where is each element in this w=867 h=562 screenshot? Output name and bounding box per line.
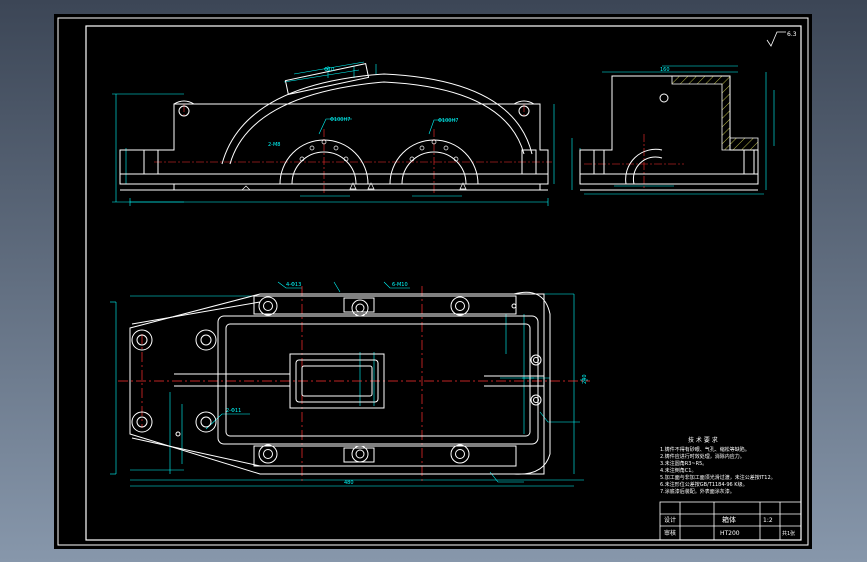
front-view: Φ100H7 Φ100H7 Φ10 2-M8 [112,61,555,206]
top-view-bolt-holes [131,296,542,464]
plan-callout-1: 4-Φ13 [286,282,301,288]
note-line: 1.铸件不得有砂眼、气孔、缩松等缺陷。 [660,446,750,453]
note-line: 2.铸件应进行时效处理，消除内应力。 [660,453,745,460]
note-line: 7.涂底漆后装配。外表面涂灰漆。 [660,488,735,495]
side-view-dimensions [571,65,775,195]
plan-callout-2: 6-M10 [392,282,408,288]
roughness-value: 6.3 [787,31,797,38]
side-view-outline [579,75,759,191]
note-line: 4.未注倒角C1。 [660,467,696,474]
drawing-scale: 1:2 [763,517,773,524]
side-view: 160 [571,65,775,195]
section-hatch [671,75,731,151]
section-hatch-base [729,137,759,151]
part-material: HT200 [720,530,740,537]
notes-heading: 技 术 要 求 [688,436,718,444]
front-view-centerlines [154,104,552,194]
sheet-count: 共1张 [782,530,795,537]
side-top-dim: 160 [660,67,670,73]
technical-notes: 技 术 要 求 1.铸件不得有砂眼、气孔、缩松等缺陷。 2.铸件应进行时效处理，… [660,436,776,495]
note-line: 3.未注圆角R3~R5。 [660,460,707,467]
part-name: 箱体 [722,515,736,524]
tap-label: 2-M8 [268,142,280,148]
cad-viewer: 6.3 Φ100H7 Φ100H7 Φ10 2-M8 160 4-Φ13 6-M… [0,0,867,562]
top-view: 4-Φ13 6-M10 480 240 2-Φ11 [110,281,590,487]
plan-bottom-dim: 480 [344,480,354,486]
note-line: 5.加工面与非加工面须光滑过渡，未注公差按IT12。 [660,474,776,481]
note-line: 6.未注形位公差按GB/T1184-96 K级。 [660,481,748,488]
front-view-outline [119,63,549,191]
title-row-label: 设计 [664,516,676,524]
bearing-left-label: Φ100H7 [330,117,350,123]
bearing-right-label: Φ100H7 [438,118,458,124]
title-row-label: 审核 [664,529,676,537]
cap-dimension-label: Φ10 [324,67,334,73]
plan-height-dim: 240 [582,374,588,384]
roughness-mark: 6.3 [766,31,797,47]
plan-hole-label: 2-Φ11 [226,408,241,414]
top-view-outline [129,291,551,475]
engineering-drawing: 6.3 Φ100H7 Φ100H7 Φ10 2-M8 160 4-Φ13 6-M… [57,17,809,546]
drawing-canvas[interactable]: 6.3 Φ100H7 Φ100H7 Φ10 2-M8 160 4-Φ13 6-M… [54,14,812,549]
